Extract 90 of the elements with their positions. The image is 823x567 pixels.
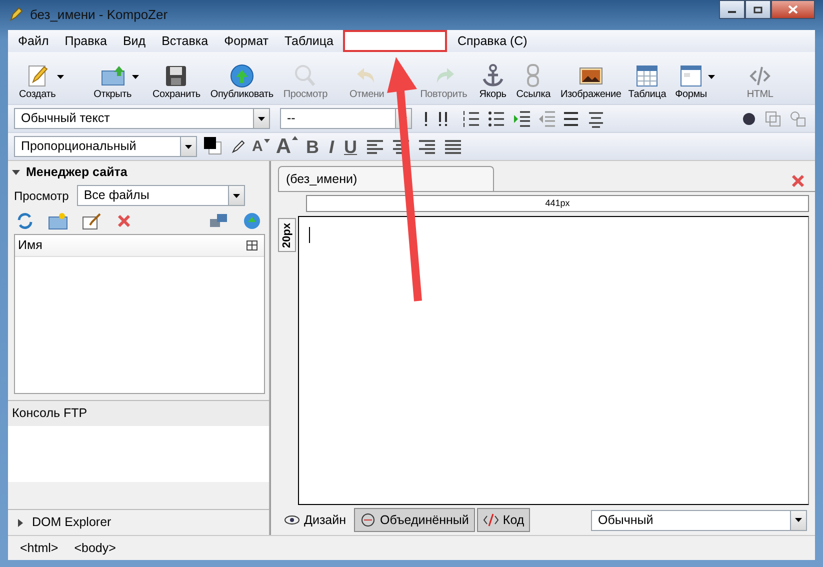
view-filter-select[interactable]: Все файлы	[76, 185, 245, 206]
delete-x-icon	[116, 213, 132, 229]
double-exclamation-icon	[438, 112, 448, 126]
toolbar-button[interactable]: Опубликовать	[209, 63, 274, 101]
globe-icon	[228, 63, 255, 89]
dropdown-arrow-icon[interactable]	[56, 75, 64, 79]
menu-item[interactable]: Вид	[114, 32, 154, 50]
dropdown-arrow-icon	[185, 144, 192, 148]
exclamation-button[interactable]	[422, 112, 430, 126]
maximize-icon	[753, 6, 763, 14]
indent-icon	[512, 108, 530, 128]
panel-title: Консоль FTP	[8, 401, 269, 426]
status-tag[interactable]: <html>	[20, 538, 58, 558]
numbered-list-icon	[462, 108, 480, 128]
bold-button[interactable]: B	[303, 136, 322, 156]
toolbar-button[interactable]: Ссылка	[515, 63, 552, 101]
down-triangle-icon	[264, 139, 270, 143]
site-manager-header[interactable]: Менеджер сайта	[8, 161, 269, 183]
align-center-icon	[392, 138, 410, 156]
color-swatch-icon	[203, 136, 223, 158]
dropdown-arrow-icon	[795, 518, 802, 522]
underline-button[interactable]: U	[341, 136, 360, 156]
expanded-triangle-icon	[12, 168, 20, 176]
eye-icon	[284, 513, 300, 527]
folder-icon	[48, 212, 68, 230]
text-cursor	[309, 227, 310, 243]
menu-item[interactable]: Таблица	[276, 32, 342, 50]
dropdown-arrow-icon[interactable]	[132, 75, 140, 79]
minimize-button[interactable]	[719, 0, 745, 19]
close-button[interactable]	[771, 0, 815, 19]
eraser-pen-button[interactable]	[229, 140, 247, 154]
collapsed-triangle-icon	[16, 518, 24, 526]
pencil-icon	[8, 7, 24, 23]
toolbar-button[interactable]: Изображение	[559, 63, 622, 101]
font-select[interactable]: Пропорциональный	[14, 136, 197, 157]
dom-explorer-header[interactable]: DOM Explorer	[8, 509, 269, 535]
view-mode-select[interactable]: Обычный	[591, 510, 807, 530]
eraser-pen-icon	[231, 140, 245, 154]
vertical-ruler: 20px	[278, 218, 296, 252]
exclamation-icon	[424, 112, 428, 126]
justify-icon	[444, 138, 462, 156]
refresh-arrows-icon	[16, 212, 34, 230]
toolbar-button[interactable]: Открыть	[92, 63, 132, 101]
maximize-button[interactable]	[745, 0, 771, 19]
form-window-icon	[678, 63, 704, 89]
code-icon	[482, 513, 499, 527]
toolbar-button[interactable]: Якорь	[478, 63, 508, 101]
status-tag[interactable]: <body>	[74, 538, 116, 558]
column-picker-icon[interactable]	[246, 240, 258, 252]
view-tab[interactable]: Код	[476, 508, 530, 532]
close-tab-button[interactable]	[789, 174, 807, 188]
menu-item[interactable]: Формат	[216, 32, 276, 50]
globe-button[interactable]	[241, 212, 263, 230]
menu-item[interactable]: Файл	[10, 32, 57, 50]
globe-icon	[243, 212, 261, 230]
sphere-icon	[741, 110, 757, 126]
toolbar-button[interactable]: Создать	[18, 63, 57, 101]
overlap-squares-icon	[764, 110, 782, 128]
up-triangle-icon	[292, 136, 298, 140]
paragraph-format-select[interactable]: Обычный текст	[14, 108, 270, 129]
edit-pencil-icon	[82, 212, 102, 230]
toolbar-button[interactable]: Формы	[674, 63, 708, 101]
class-select[interactable]: --	[280, 108, 412, 129]
toolbar-button[interactable]: Сохранить	[151, 63, 202, 101]
dropdown-arrow-icon	[258, 116, 265, 120]
table-icon	[634, 63, 660, 89]
view-label: Просмотр	[14, 188, 69, 204]
menu-item[interactable]: Справка (С)	[449, 32, 536, 50]
larger-font-button[interactable]: A	[274, 136, 300, 157]
toolbar-button[interactable]: Таблица	[627, 63, 668, 101]
align-left-icon	[366, 138, 384, 156]
dropdown-arrow-icon	[232, 194, 240, 198]
linked-shapes-icon	[789, 110, 807, 128]
outdent-icon	[537, 108, 555, 128]
align-right-icon	[418, 138, 436, 156]
window-title: без_имени - KompoZer	[30, 6, 168, 24]
italic-button[interactable]: I	[326, 136, 338, 156]
column-header: Имя	[18, 237, 42, 254]
menu-item[interactable]: Вставка	[154, 32, 216, 50]
close-x-icon	[791, 174, 805, 188]
close-icon	[788, 5, 798, 14]
document-tab[interactable]: (без_имени)	[278, 166, 494, 191]
horizontal-ruler: 441px	[306, 195, 809, 212]
menu-item[interactable]: Правка	[56, 32, 115, 50]
bulleted-list-icon	[487, 108, 505, 128]
smaller-font-button[interactable]: A	[251, 139, 271, 154]
view-tab[interactable]: Объединённый	[354, 508, 475, 532]
folder-button[interactable]	[46, 212, 70, 230]
dropdown-arrow-icon[interactable]	[708, 75, 715, 79]
double-exclamation-button[interactable]	[436, 112, 450, 126]
